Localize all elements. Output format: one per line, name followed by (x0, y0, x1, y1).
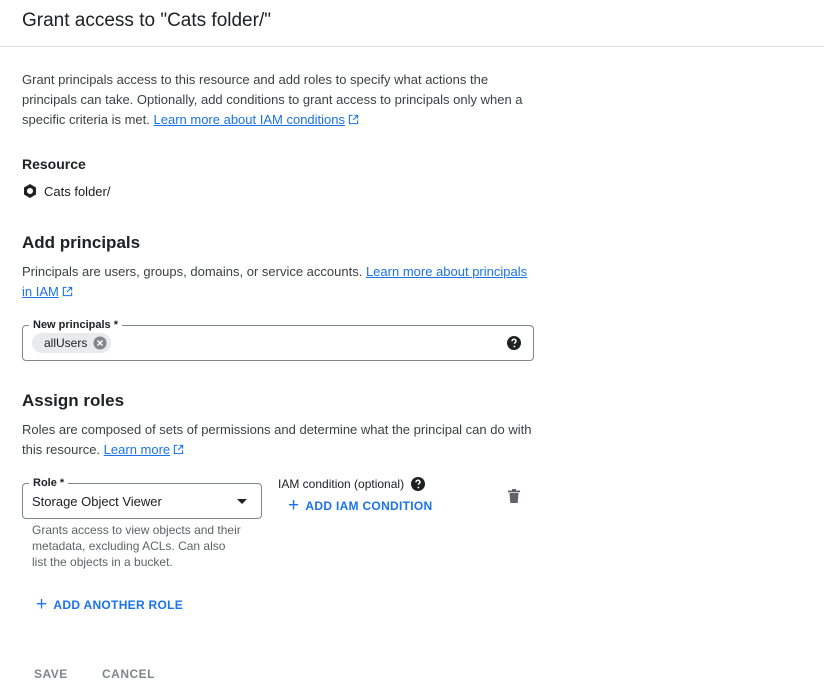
roles-learn-more-label: Learn more (103, 442, 171, 457)
add-another-role-button[interactable]: + ADD ANOTHER ROLE (36, 594, 184, 615)
role-label: Role * (29, 476, 69, 490)
resource-name: Cats folder/ (44, 183, 111, 199)
add-iam-condition-label: ADD IAM CONDITION (305, 499, 433, 513)
principal-chip[interactable]: allUsers (32, 333, 112, 353)
resource-heading: Resource (22, 156, 86, 172)
principals-description-text: Principals are users, groups, domains, o… (22, 264, 363, 279)
delete-icon[interactable] (506, 488, 522, 504)
role-select-value: Storage Object Viewer (32, 494, 162, 509)
iam-condition-label: IAM condition (optional) (278, 477, 426, 491)
external-link-icon (348, 114, 359, 125)
plus-icon: + (36, 594, 48, 615)
intro-text: Grant principals access to this resource… (22, 70, 534, 130)
new-principals-field[interactable]: New principals * allUsers (22, 318, 534, 361)
add-another-role-label: ADD ANOTHER ROLE (53, 598, 184, 612)
assign-roles-heading: Assign roles (22, 391, 125, 410)
save-button[interactable]: SAVE (34, 667, 68, 681)
roles-description-text: Roles are composed of sets of permission… (22, 422, 532, 457)
principals-description: Principals are users, groups, domains, o… (22, 262, 534, 302)
remove-chip-icon[interactable] (93, 336, 107, 350)
roles-learn-more-link[interactable]: Learn more (104, 442, 170, 457)
help-icon[interactable] (507, 336, 521, 350)
bucket-icon (24, 184, 36, 198)
plus-icon: + (288, 495, 300, 516)
external-link-icon (173, 444, 184, 455)
principal-chip-label: allUsers (44, 336, 88, 350)
roles-description: Roles are composed of sets of permission… (22, 420, 534, 460)
add-iam-condition-button[interactable]: + ADD IAM CONDITION (288, 495, 433, 516)
add-principals-heading: Add principals (22, 233, 141, 252)
cancel-button[interactable]: CANCEL (102, 667, 155, 681)
iam-condition-label-text: IAM condition (optional) (278, 477, 405, 491)
role-help-text: Grants access to view objects and their … (32, 523, 241, 569)
dialog-title: Grant access to "Cats folder/" (22, 10, 271, 31)
resource-row: Cats folder/ (22, 183, 110, 199)
iam-conditions-link[interactable]: Learn more about IAM conditions (154, 112, 346, 127)
iam-conditions-link-label: Learn more about IAM conditions (153, 112, 346, 127)
external-link-icon (62, 286, 73, 297)
help-icon[interactable] (411, 477, 426, 491)
role-select[interactable]: Role * Storage Object Viewer (22, 476, 262, 519)
new-principals-label: New principals * (29, 318, 122, 332)
dropdown-arrow-icon (237, 499, 247, 504)
dialog-header: Grant access to "Cats folder/" (0, 0, 824, 47)
